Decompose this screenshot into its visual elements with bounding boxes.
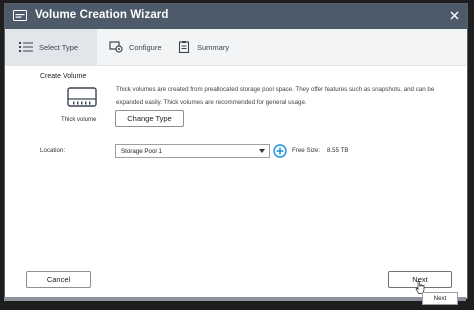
- step-label: Summary: [197, 42, 230, 52]
- wizard-icon: [13, 10, 27, 21]
- volume-description: Thick volumes are created from prealloca…: [116, 86, 435, 106]
- taskbar-strip: [4, 297, 466, 301]
- free-size-value: 8.55 TB: [327, 147, 349, 154]
- volume-type-label: Thick volume: [61, 117, 97, 123]
- close-icon[interactable]: [449, 10, 460, 21]
- section-title: Create Volume: [40, 73, 87, 80]
- step-arrow: [83, 29, 92, 65]
- step-label: Select Type: [39, 42, 79, 52]
- title-bar: Volume Creation Wizard: [5, 4, 467, 29]
- cancel-button[interactable]: Cancel: [26, 271, 91, 288]
- free-size-label: Free Size:: [292, 147, 321, 154]
- plus-circle-icon[interactable]: [273, 144, 287, 158]
- screen-background: Volume Creation Wizard Select Type Confi…: [0, 0, 474, 310]
- wizard-dialog: Volume Creation Wizard Select Type Confi…: [4, 3, 468, 299]
- step-label: Configure: [129, 42, 162, 52]
- wizard-steps: Select Type Configure Summary: [5, 29, 467, 66]
- change-type-button[interactable]: Change Type: [115, 110, 184, 127]
- hard-drive-icon: [67, 87, 97, 107]
- location-select[interactable]: Storage Pool 1: [115, 144, 270, 158]
- location-selected-value: Storage Pool 1: [121, 147, 162, 155]
- chevron-down-icon: [259, 149, 265, 153]
- clipboard-icon: [178, 41, 190, 53]
- next-tooltip: Next: [422, 292, 458, 305]
- step-configure: Configure: [109, 29, 162, 65]
- location-label: Location:: [40, 147, 66, 154]
- settings-icon: [109, 41, 123, 53]
- step-summary: Summary: [177, 29, 229, 65]
- window-title: Volume Creation Wizard: [35, 9, 169, 21]
- list-icon: [19, 42, 33, 52]
